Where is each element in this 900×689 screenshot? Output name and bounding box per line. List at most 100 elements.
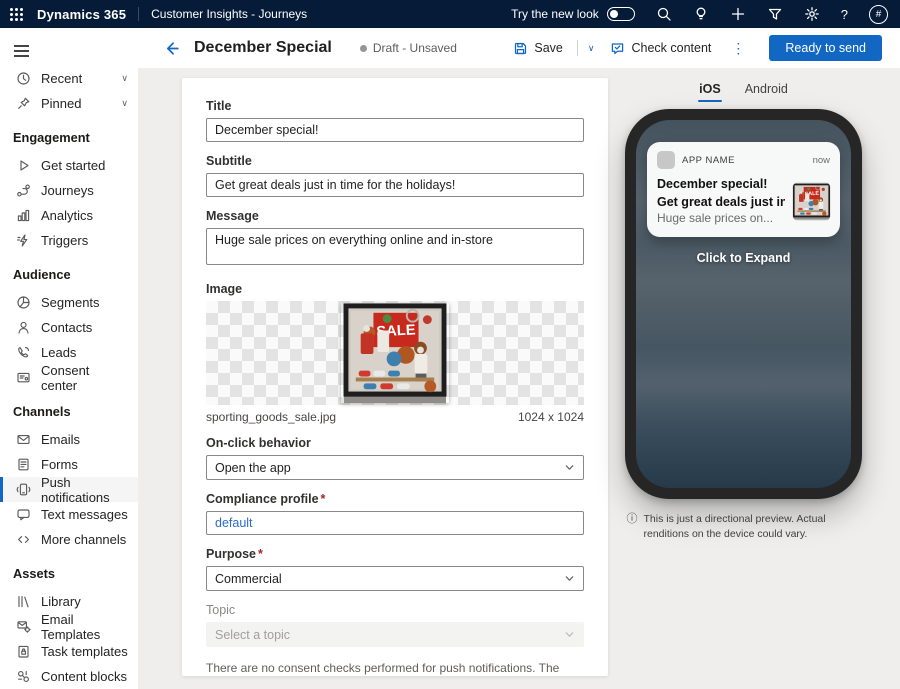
- sidebar-item-email-templates[interactable]: Email Templates: [0, 614, 138, 639]
- device-preview-panel: iOS Android APP NAME now: [608, 76, 879, 542]
- purpose-value: Commercial: [215, 572, 282, 586]
- topic-label: Topic: [206, 604, 584, 617]
- tab-android[interactable]: Android: [743, 78, 790, 102]
- message-label: Message: [206, 210, 584, 223]
- sidebar-item-triggers[interactable]: Triggers: [0, 228, 138, 253]
- topic-select[interactable]: Select a topic: [206, 622, 584, 647]
- consent-card-icon: [16, 370, 31, 385]
- purpose-label: Purpose*: [206, 548, 584, 561]
- uploaded-image[interactable]: [341, 303, 449, 403]
- sidebar-item-analytics[interactable]: Analytics: [0, 203, 138, 228]
- sidebar-item-label: Contacts: [41, 320, 92, 335]
- sidebar-item-label: Content blocks: [41, 669, 127, 684]
- app-name[interactable]: Customer Insights - Journeys: [151, 7, 307, 21]
- bar-chart-icon: [16, 208, 31, 223]
- image-label: Image: [206, 283, 584, 296]
- required-asterisk: *: [258, 547, 263, 561]
- channels-code-icon: [16, 532, 31, 547]
- sidebar-item-leads[interactable]: Leads: [0, 340, 138, 365]
- help-icon[interactable]: ?: [841, 7, 848, 22]
- sidebar-item-get-started[interactable]: Get started: [0, 153, 138, 178]
- sidebar-item-library[interactable]: Library: [0, 589, 138, 614]
- check-content-label: Check content: [631, 41, 711, 55]
- status-text: Draft - Unsaved: [373, 41, 457, 55]
- ready-to-send-button[interactable]: Ready to send: [769, 35, 882, 61]
- purpose-select[interactable]: Commercial: [206, 566, 584, 591]
- new-look-label: Try the new look: [511, 7, 599, 21]
- sidebar-item-label: Recent: [41, 71, 82, 86]
- collapse-sitemap-icon[interactable]: [0, 34, 138, 66]
- chevron-down-icon[interactable]: ∨: [121, 98, 128, 109]
- sidebar-item-contacts[interactable]: Contacts: [0, 315, 138, 340]
- new-look-toggle[interactable]: [607, 7, 635, 21]
- sidebar-item-label: Forms: [41, 457, 78, 472]
- tab-ios[interactable]: iOS: [697, 78, 723, 102]
- notification-card[interactable]: APP NAME now December special! Get great…: [647, 142, 840, 237]
- sidebar-item-label: Push notifications: [41, 475, 128, 505]
- sidebar-group-engagement: Engagement: [0, 116, 138, 153]
- phone-screen: APP NAME now December special! Get great…: [636, 120, 851, 488]
- sidebar-item-consent-center[interactable]: Consent center: [0, 365, 138, 390]
- subtitle-label: Subtitle: [206, 155, 584, 168]
- sidebar-item-task-templates[interactable]: Task templates: [0, 639, 138, 664]
- sidebar-item-more-channels[interactable]: More channels: [0, 527, 138, 552]
- chevron-down-icon[interactable]: ∨: [121, 73, 128, 84]
- sidebar-item-label: Task templates: [41, 644, 128, 659]
- filter-icon[interactable]: [767, 6, 783, 22]
- notification-thumbnail: [793, 183, 830, 220]
- sidebar-item-text-messages[interactable]: Text messages: [0, 502, 138, 527]
- check-content-button[interactable]: Check content: [604, 37, 717, 60]
- more-commands-icon[interactable]: ⋮: [725, 40, 751, 57]
- sidebar-item-pinned[interactable]: Pinned ∨: [0, 91, 138, 116]
- message-textarea[interactable]: Huge sale prices on everything online an…: [206, 228, 584, 265]
- settings-gear-icon[interactable]: [804, 6, 820, 22]
- page-title: December Special: [194, 39, 332, 57]
- add-icon[interactable]: [730, 6, 746, 22]
- clock-icon: [16, 71, 31, 86]
- save-button[interactable]: Save: [507, 37, 569, 60]
- app-placeholder-icon: [657, 151, 675, 169]
- sidebar-item-label: Journeys: [41, 183, 94, 198]
- account-avatar[interactable]: #: [869, 5, 888, 24]
- compliance-profile-input[interactable]: [206, 511, 584, 535]
- back-arrow-icon[interactable]: [164, 38, 184, 58]
- on-click-behavior-select[interactable]: Open the app: [206, 455, 584, 480]
- sidebar-item-label: Leads: [41, 345, 76, 360]
- notification-subtitle: Get great deals just in tim...: [657, 194, 785, 211]
- lightning-icon: [16, 233, 31, 248]
- title-input[interactable]: [206, 118, 584, 142]
- chat-bubble-icon: [16, 507, 31, 522]
- sidebar-item-recent[interactable]: Recent ∨: [0, 66, 138, 91]
- search-icon[interactable]: [656, 6, 672, 22]
- sidebar-item-push-notifications[interactable]: Push notifications: [0, 477, 138, 502]
- sidebar-item-emails[interactable]: Emails: [0, 427, 138, 452]
- pie-icon: [16, 295, 31, 310]
- save-icon: [513, 41, 528, 56]
- sidebar-item-journeys[interactable]: Journeys: [0, 178, 138, 203]
- notification-title: December special!: [657, 176, 785, 194]
- dynamics-365-window: Dynamics 365 Customer Insights - Journey…: [0, 0, 900, 689]
- app-launcher-icon[interactable]: [8, 6, 25, 23]
- sidebar-item-forms[interactable]: Forms: [0, 452, 138, 477]
- sidebar-item-segments[interactable]: Segments: [0, 290, 138, 315]
- phone-frame: APP NAME now December special! Get great…: [625, 109, 862, 499]
- sidebar-item-label: Get started: [41, 158, 105, 173]
- save-label: Save: [534, 41, 563, 55]
- check-content-icon: [610, 41, 625, 56]
- brand-title[interactable]: Dynamics 365: [37, 7, 126, 22]
- content-area: Title Subtitle Message Huge sale prices …: [138, 68, 900, 689]
- blocks-icon: [16, 669, 31, 684]
- lightbulb-icon[interactable]: [693, 6, 709, 22]
- books-icon: [16, 594, 31, 609]
- sidebar-item-label: More channels: [41, 532, 126, 547]
- click-to-expand[interactable]: Click to Expand: [636, 251, 851, 265]
- mobile-push-icon: [16, 482, 31, 497]
- consent-note: There are no consent checks performed fo…: [206, 660, 584, 676]
- envelope-icon: [16, 432, 31, 447]
- chevron-down-icon: [564, 462, 575, 473]
- subtitle-input[interactable]: [206, 173, 584, 197]
- save-split-chevron-icon[interactable]: ∨: [586, 39, 597, 58]
- sidebar-item-content-blocks[interactable]: Content blocks: [0, 664, 138, 689]
- sidebar-item-label: Triggers: [41, 233, 88, 248]
- top-nav-bar: Dynamics 365 Customer Insights - Journey…: [0, 0, 900, 28]
